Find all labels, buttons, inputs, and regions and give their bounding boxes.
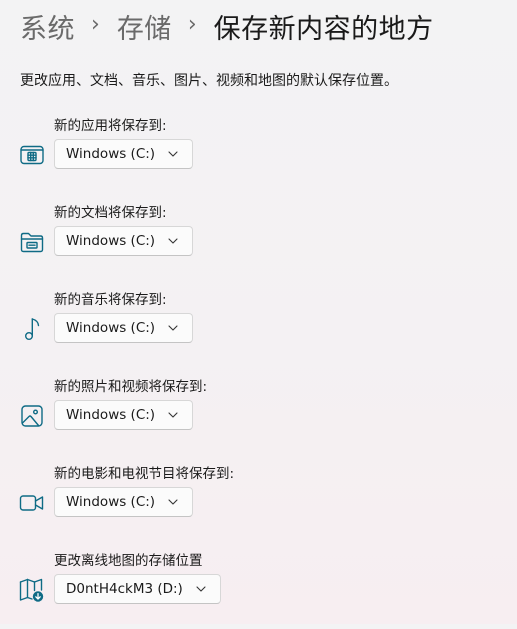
breadcrumb-separator-icon: ›: [187, 11, 197, 37]
save-location-documents: 新的文档将保存到: Windows (C:): [0, 201, 517, 281]
image-icon: [19, 403, 45, 429]
dropdown-value: D0ntH4ckM3 (D:): [66, 581, 183, 597]
dropdown-value: Windows (C:): [66, 233, 156, 249]
save-location-label: 新的音乐将保存到:: [54, 292, 167, 308]
chevron-down-icon: [168, 325, 178, 331]
dropdown-value: Windows (C:): [66, 146, 156, 162]
chevron-down-icon: [168, 151, 178, 157]
video-camera-icon: [19, 490, 45, 516]
photos-videos-location-dropdown[interactable]: Windows (C:): [54, 400, 194, 430]
breadcrumb-separator-icon: ›: [91, 11, 100, 37]
save-location-apps: 新的应用将保存到: Windows (C:): [0, 114, 517, 194]
save-location-label: 新的照片和视频将保存到:: [54, 379, 208, 395]
chevron-down-icon: [168, 412, 178, 418]
folder-document-icon: [19, 229, 45, 255]
apps-location-dropdown[interactable]: Windows (C:): [54, 139, 194, 169]
music-note-icon: [19, 316, 45, 342]
chevron-down-icon: [196, 586, 206, 592]
save-location-label: 更改离线地图的存储位置: [54, 553, 203, 569]
chevron-down-icon: [168, 499, 178, 505]
save-location-movies-tv: 新的电影和电视节目将保存到: Windows (C:): [0, 462, 517, 542]
documents-location-dropdown[interactable]: Windows (C:): [54, 226, 194, 256]
chevron-down-icon: [168, 238, 178, 244]
save-location-label: 新的文档将保存到:: [54, 205, 167, 221]
breadcrumb-item-storage[interactable]: 存储: [117, 7, 172, 46]
offline-maps-location-dropdown[interactable]: D0ntH4ckM3 (D:): [54, 574, 221, 604]
breadcrumb-item-system[interactable]: 系统: [20, 7, 75, 46]
map-download-icon: [19, 577, 45, 603]
save-location-label: 新的电影和电视节目将保存到:: [54, 466, 235, 482]
music-location-dropdown[interactable]: Windows (C:): [54, 313, 194, 343]
save-location-photos-videos: 新的照片和视频将保存到: Windows (C:): [0, 375, 517, 455]
page-title: 保存新内容的地方: [213, 13, 434, 45]
apps-icon: [19, 142, 45, 168]
breadcrumb: 系统 › 存储 › 保存新内容的地方: [20, 4, 434, 48]
movies-tv-location-dropdown[interactable]: Windows (C:): [54, 487, 194, 517]
save-location-music: 新的音乐将保存到: Windows (C:): [0, 288, 517, 368]
save-location-label: 新的应用将保存到:: [54, 118, 167, 134]
dropdown-value: Windows (C:): [66, 407, 156, 423]
page-description: 更改应用、文档、音乐、图片、视频和地图的默认保存位置。: [20, 73, 398, 89]
dropdown-value: Windows (C:): [66, 494, 156, 510]
dropdown-value: Windows (C:): [66, 320, 156, 336]
save-location-offline-maps: 更改离线地图的存储位置 D0ntH4ckM3 (D:): [0, 549, 517, 629]
